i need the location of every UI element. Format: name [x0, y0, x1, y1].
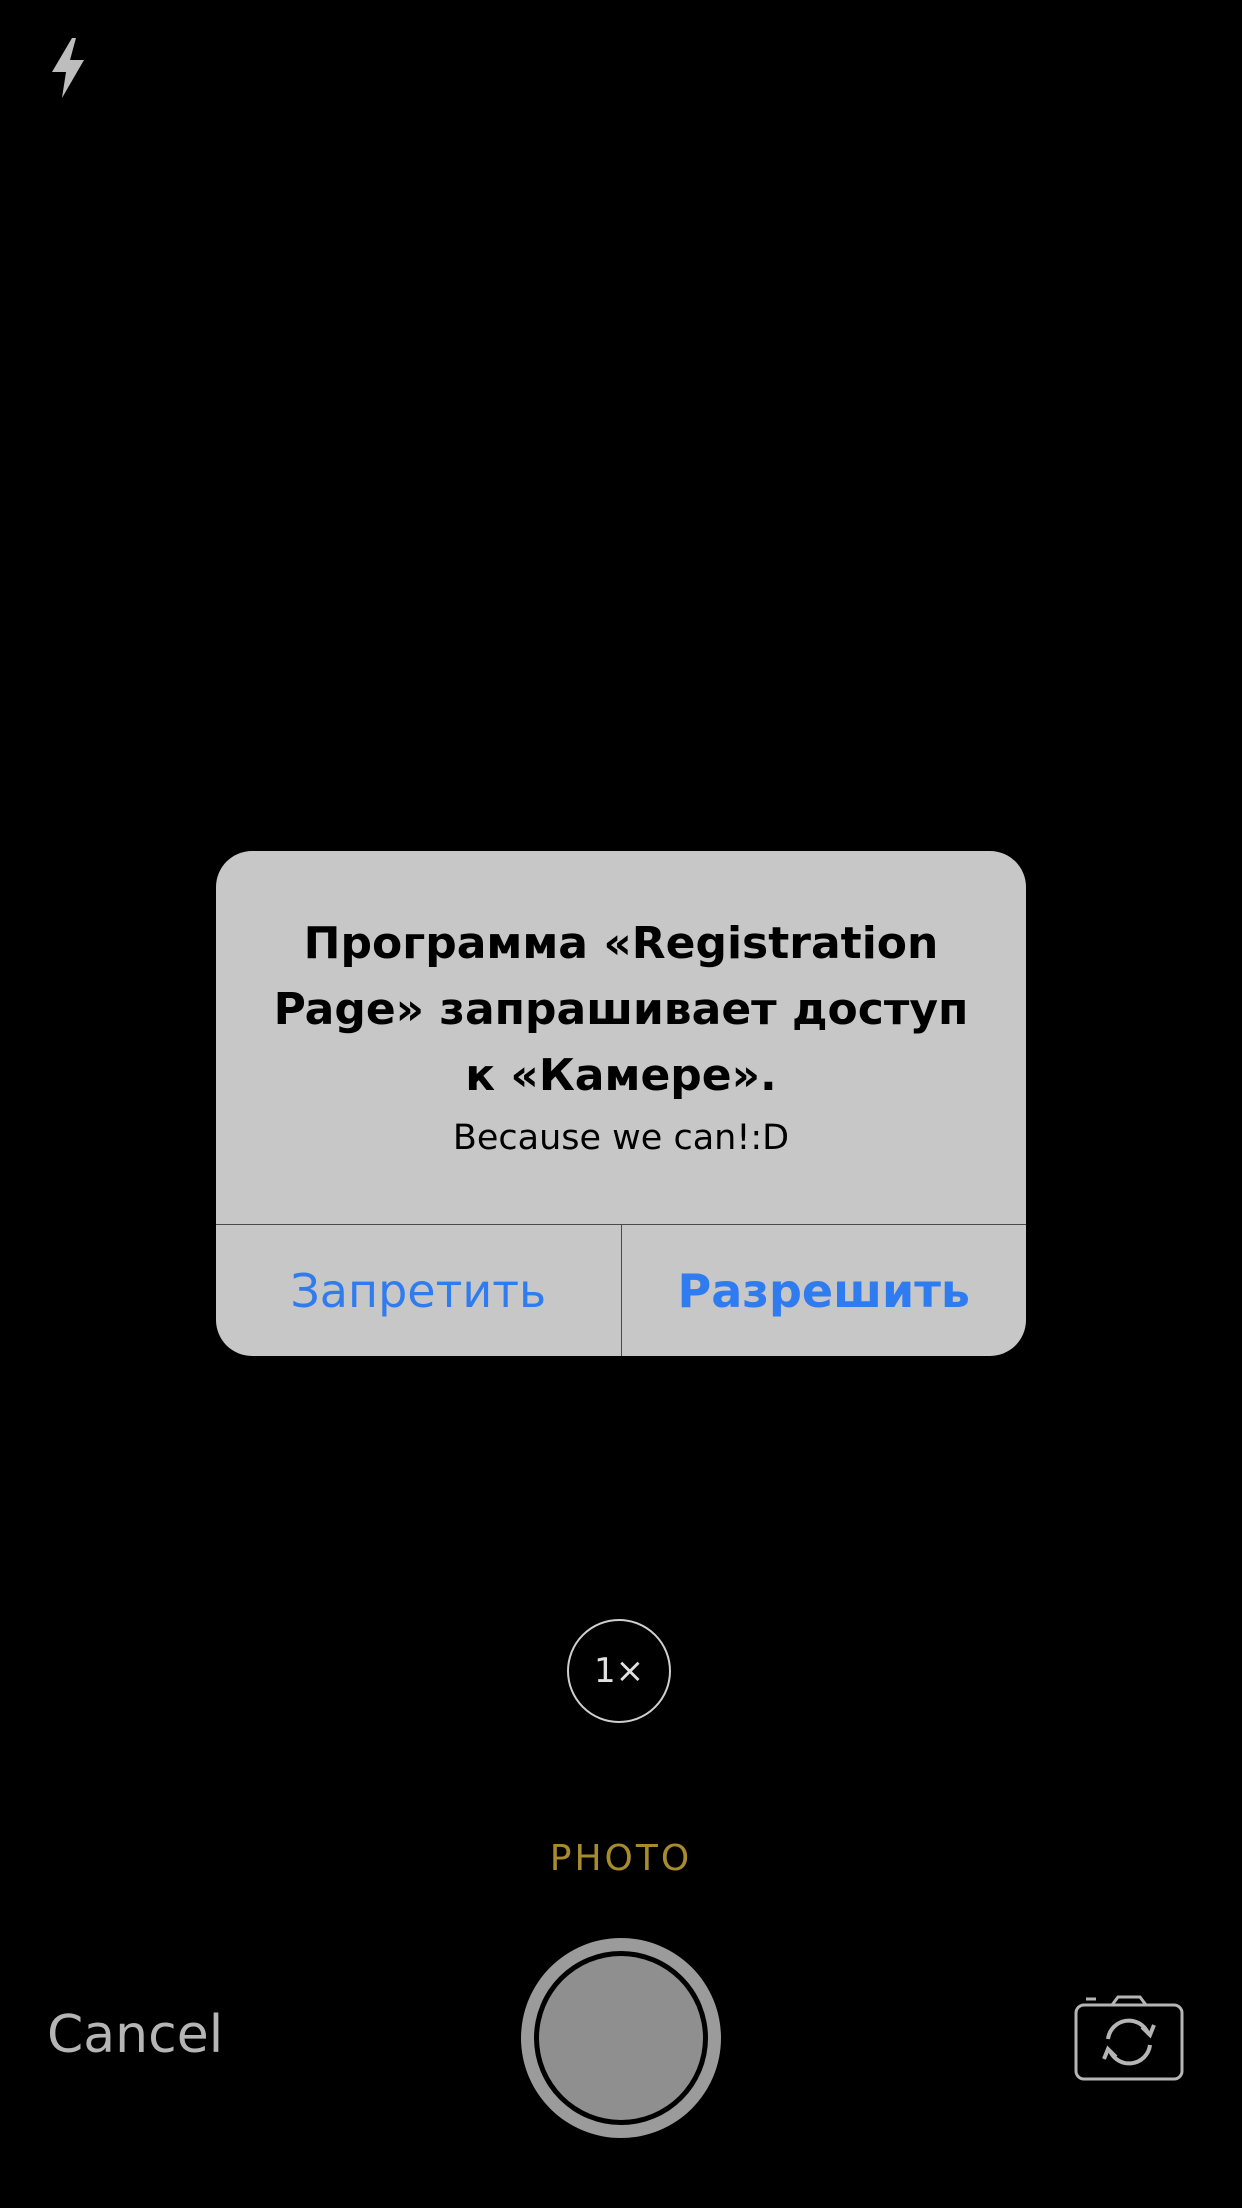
flip-camera-button[interactable]	[1074, 1995, 1184, 2081]
mode-photo[interactable]: PHOTO	[0, 1838, 1242, 1879]
shutter-button[interactable]	[521, 1938, 721, 2138]
lightning-bolt-icon	[52, 38, 84, 98]
cancel-button[interactable]: Cancel	[47, 2005, 223, 2065]
alert-actions: Запретить Разрешить	[216, 1224, 1026, 1356]
deny-button[interactable]: Запретить	[216, 1225, 622, 1356]
alert-title: Программа «Registration Page» запрашивае…	[273, 918, 969, 1101]
camera-switch-icon	[1074, 1995, 1184, 2081]
camera-permission-alert: Программа «Registration Page» запрашивае…	[216, 851, 1026, 1356]
allow-button[interactable]: Разрешить	[622, 1225, 1027, 1356]
alert-message: Because we can!:D	[452, 1118, 790, 1158]
alert-body: Программа «Registration Page» запрашивае…	[216, 851, 1026, 1224]
flash-button[interactable]	[44, 36, 92, 100]
shutter-inner	[539, 1956, 703, 2120]
zoom-button[interactable]: 1×	[567, 1619, 671, 1723]
